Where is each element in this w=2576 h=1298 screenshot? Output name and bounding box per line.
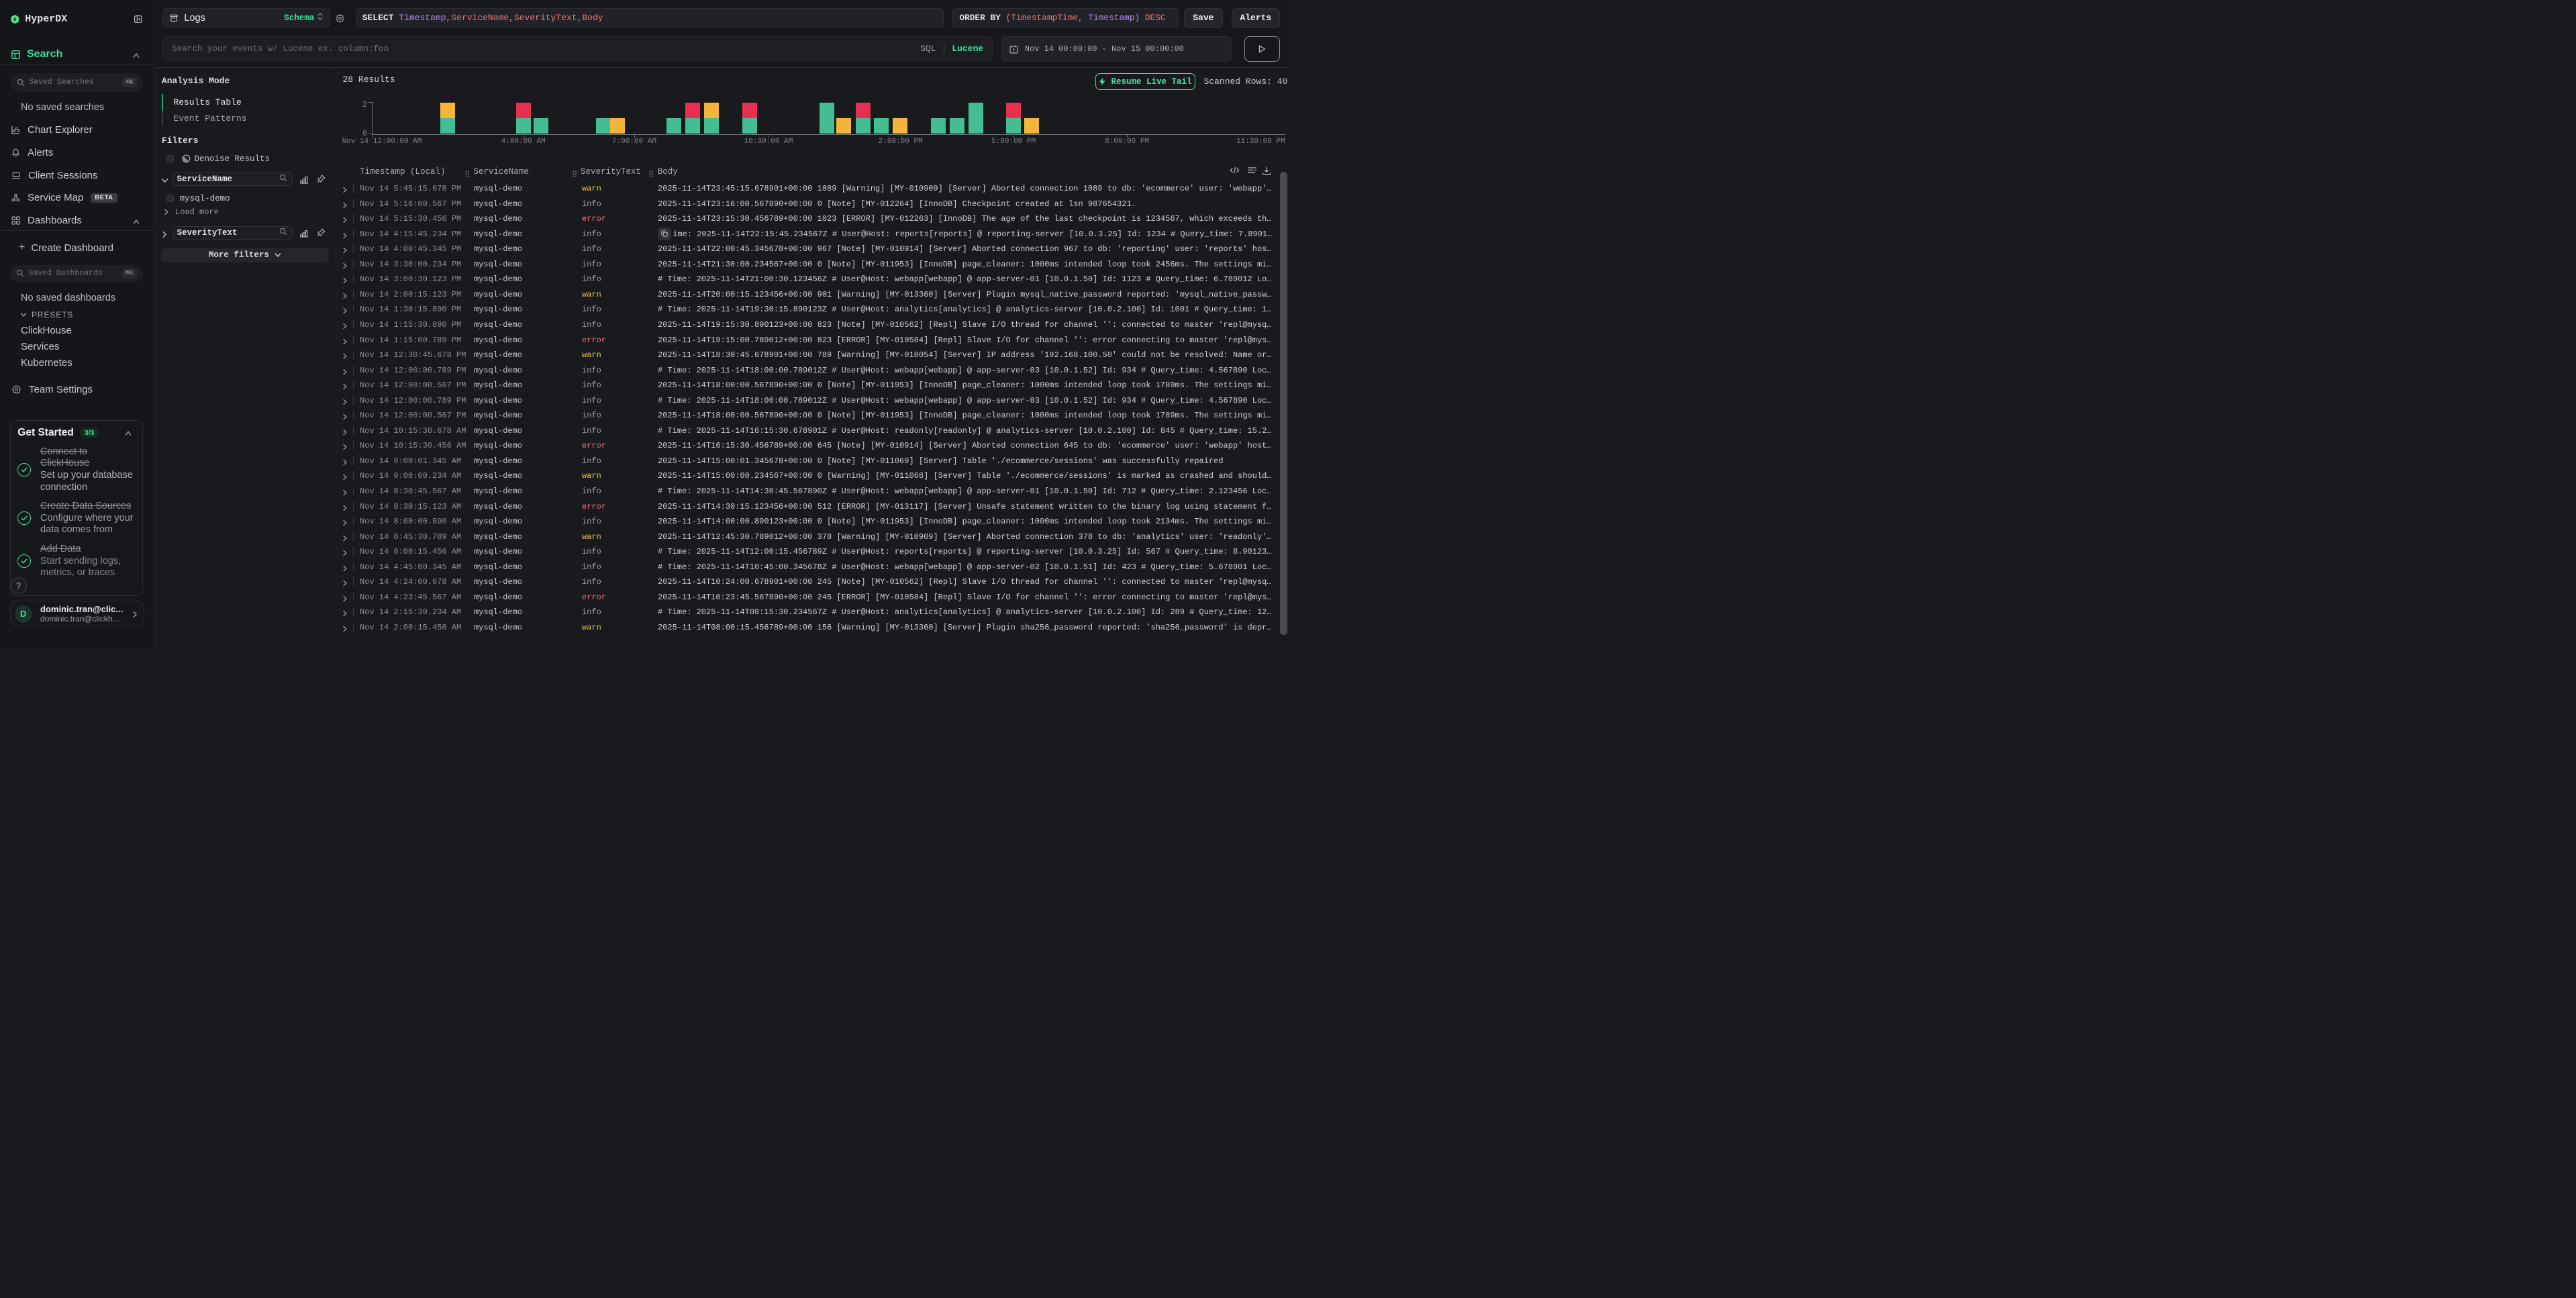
svg-text:?: ? [15, 581, 20, 591]
